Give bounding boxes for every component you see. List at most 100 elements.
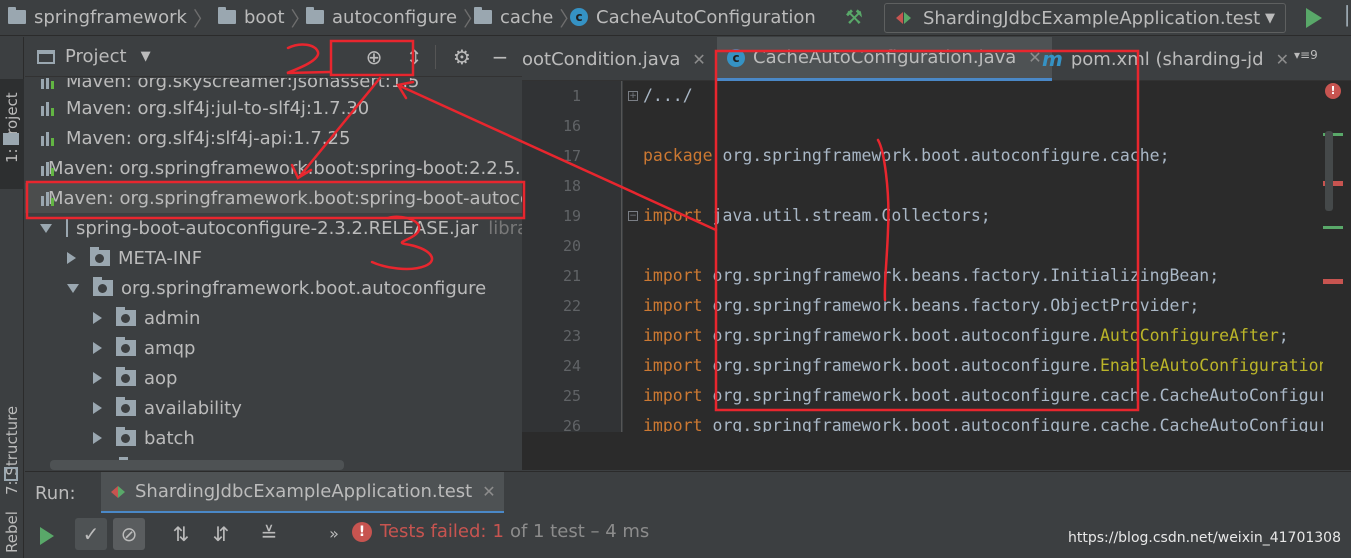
package-icon bbox=[116, 427, 136, 446]
tree-item[interactable]: availability bbox=[25, 393, 522, 423]
show-ignored-icon[interactable]: ⊘ bbox=[113, 518, 145, 550]
line-number: 25 bbox=[562, 387, 581, 405]
line-number: 16 bbox=[562, 117, 581, 135]
minimize-icon[interactable]: − bbox=[488, 45, 512, 69]
error-icon: ! bbox=[352, 521, 372, 542]
more-actions-icon[interactable]: » bbox=[318, 518, 350, 550]
fold-plus-icon[interactable]: + bbox=[628, 91, 638, 101]
code-line: import org.springframework.beans.factory… bbox=[643, 266, 1220, 285]
expand-arrow-icon[interactable] bbox=[67, 252, 76, 264]
close-icon[interactable]: ✕ bbox=[1028, 48, 1041, 67]
error-marker[interactable] bbox=[1323, 279, 1343, 284]
tool-tab-rebel[interactable]: Rebel bbox=[0, 497, 24, 557]
error-icon[interactable]: ! bbox=[1325, 83, 1341, 99]
expand-arrow-icon[interactable] bbox=[93, 342, 102, 354]
show-passed-check-icon[interactable]: ✓ bbox=[75, 518, 107, 550]
line-number: 20 bbox=[562, 237, 581, 255]
divider bbox=[435, 45, 436, 69]
tree-item[interactable]: admin bbox=[25, 303, 522, 333]
tree-item[interactable]: Maven: org.springframework.boot:spring-b… bbox=[25, 153, 522, 183]
package-icon bbox=[93, 277, 113, 296]
tree-item[interactable]: org.springframework.boot.autoconfigure bbox=[25, 273, 522, 303]
expand-all-icon[interactable]: ≚ bbox=[253, 518, 285, 550]
code-line: import org.springframework.boot.autoconf… bbox=[643, 416, 1323, 432]
line-number: 17 bbox=[562, 147, 581, 165]
breadcrumb-item-cache[interactable]: cache 〉 bbox=[474, 5, 579, 31]
fold-minus-icon[interactable]: − bbox=[628, 211, 638, 221]
library-icon bbox=[40, 130, 58, 146]
run-label: Run: bbox=[35, 482, 76, 504]
close-icon[interactable]: ✕ bbox=[692, 50, 705, 69]
code-line: /.../ bbox=[643, 86, 693, 105]
tree-item[interactable]: Maven: org.slf4j:jul-to-slf4j:1.7.30 bbox=[25, 93, 522, 123]
editor-empty-area bbox=[522, 432, 1351, 470]
line-number: 19 bbox=[562, 207, 581, 225]
folder-icon bbox=[8, 7, 26, 24]
code-editor[interactable]: + − /.../ package org.springframework.bo… bbox=[623, 81, 1323, 432]
left-tool-strip: 1: Project 7: Structure Rebel bbox=[0, 37, 24, 558]
expand-arrow-icon[interactable] bbox=[93, 432, 102, 444]
tree-item[interactable]: META-INF bbox=[25, 243, 522, 273]
rerun-play-icon[interactable] bbox=[31, 518, 63, 550]
chevron-down-icon: ▾≡ bbox=[1294, 48, 1311, 62]
chevron-down-icon: ▼ bbox=[140, 49, 151, 64]
breadcrumb-separator: 〉 bbox=[192, 6, 213, 31]
expand-arrow-icon[interactable] bbox=[40, 223, 52, 233]
breadcrumb-item-springframework[interactable]: springframework 〉 bbox=[8, 5, 213, 31]
structure-icon bbox=[4, 467, 18, 481]
library-icon bbox=[40, 78, 58, 89]
tree-item-jar[interactable]: spring-boot-autoconfigure-2.3.2.RELEASE.… bbox=[25, 213, 522, 243]
line-number: 22 bbox=[562, 297, 581, 315]
horizontal-scrollbar[interactable] bbox=[50, 460, 344, 470]
tab-pom-xml[interactable]: m pom.xml (sharding-jd ✕ bbox=[1042, 37, 1289, 81]
tab-run-configuration[interactable]: ShardingJdbcExampleApplication.test ✕ bbox=[101, 472, 504, 514]
line-number: 23 bbox=[562, 327, 581, 345]
tree-item[interactable]: batch bbox=[25, 423, 522, 453]
gear-icon[interactable]: ⚙ bbox=[450, 45, 474, 69]
expand-arrow-icon[interactable] bbox=[67, 283, 79, 293]
vertical-scrollbar[interactable] bbox=[1325, 131, 1333, 211]
tree-item[interactable]: amqp bbox=[25, 333, 522, 363]
close-icon[interactable]: ✕ bbox=[1276, 50, 1289, 69]
expand-arrow-icon[interactable] bbox=[93, 312, 102, 324]
sort-by-duration-icon[interactable]: ⇵ bbox=[205, 518, 237, 550]
maven-icon: m bbox=[1042, 47, 1063, 71]
change-marker[interactable] bbox=[1323, 226, 1343, 229]
close-icon[interactable]: ✕ bbox=[482, 482, 495, 501]
class-icon: c bbox=[570, 8, 588, 26]
tab-ootcondition[interactable]: ootCondition.java ✕ bbox=[522, 37, 706, 81]
editor-tabs-bar: ootCondition.java ✕ c CacheAutoConfigura… bbox=[522, 37, 1351, 81]
jar-icon bbox=[66, 219, 68, 237]
line-number: 1 bbox=[571, 87, 581, 105]
run-configuration-select[interactable]: ShardingJdbcExampleApplication.test ▼ bbox=[884, 3, 1286, 33]
test-status: ! Tests failed: 1 of 1 test – 4 ms bbox=[352, 521, 649, 542]
project-folder-icon bbox=[3, 133, 19, 145]
tool-tab-structure[interactable]: 7: Structure bbox=[0, 367, 24, 507]
package-icon bbox=[116, 337, 136, 356]
error-stripe: ! bbox=[1323, 81, 1351, 432]
expand-arrow-icon[interactable] bbox=[93, 372, 102, 384]
code-line: import org.springframework.beans.factory… bbox=[643, 296, 1200, 315]
breadcrumb-item-cacheautoconfiguration[interactable]: c CacheAutoConfiguration bbox=[570, 5, 816, 29]
locate-target-icon[interactable]: ⊕ bbox=[362, 45, 386, 69]
package-icon bbox=[116, 307, 136, 326]
expand-arrow-icon[interactable] bbox=[93, 402, 102, 414]
project-icon bbox=[37, 49, 55, 64]
tree-item[interactable]: Maven: org.slf4j:slf4j-api:1.7.25 bbox=[25, 123, 522, 153]
tree-item-selected[interactable]: Maven: org.springframework.boot:spring-b… bbox=[25, 183, 522, 213]
run-play-icon[interactable] bbox=[1304, 7, 1324, 29]
build-hammer-icon[interactable]: ⚒ bbox=[842, 5, 866, 29]
breadcrumb-item-boot[interactable]: boot 〉 bbox=[218, 5, 311, 31]
chevron-down-icon: ▼ bbox=[1265, 10, 1275, 26]
toolbar-more-icon[interactable]: ▕ bbox=[1334, 6, 1351, 30]
tab-cacheautoconfiguration[interactable]: c CacheAutoConfiguration.java ✕ bbox=[717, 37, 1052, 81]
sort-alphabetically-icon[interactable]: ⇅ bbox=[165, 518, 197, 550]
collapse-all-icon[interactable]: ⇕ bbox=[402, 45, 426, 69]
tree-item[interactable]: aop bbox=[25, 363, 522, 393]
project-view-selector[interactable]: Project ▼ bbox=[37, 46, 151, 67]
line-number: 21 bbox=[562, 267, 581, 285]
line-number: 24 bbox=[562, 357, 581, 375]
code-line: import org.springframework.boot.autoconf… bbox=[643, 356, 1323, 375]
breadcrumb-item-autoconfigure[interactable]: autoconfigure 〉 bbox=[306, 5, 483, 31]
tabs-overflow-menu[interactable]: ▾≡9 bbox=[1294, 48, 1318, 62]
